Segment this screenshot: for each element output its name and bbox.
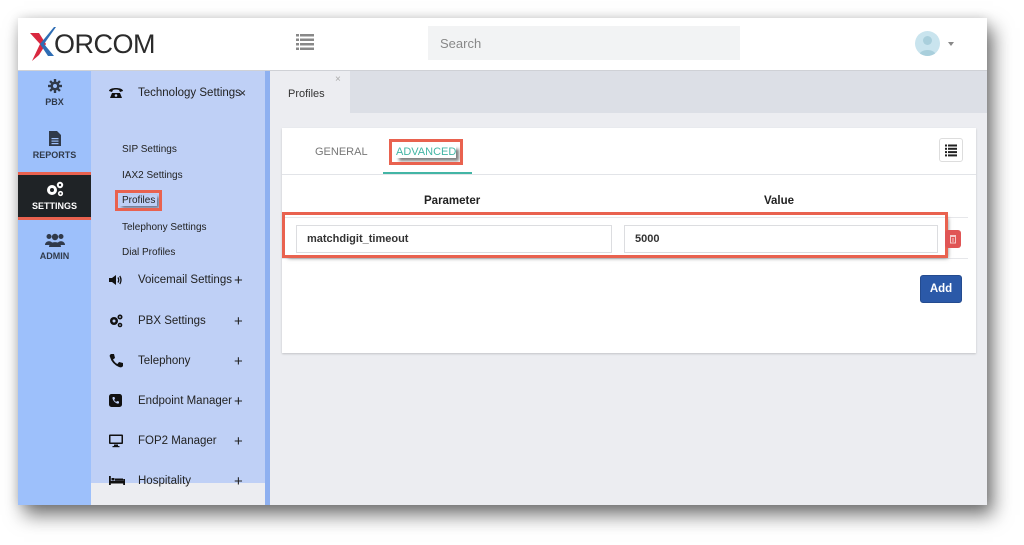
bed-icon — [109, 476, 125, 485]
tab-advanced[interactable]: ADVANCED — [388, 139, 464, 165]
section-label: Hospitality — [138, 475, 192, 487]
column-header-parameter: Parameter — [424, 195, 481, 207]
tab-general[interactable]: GENERAL — [315, 146, 368, 158]
phone-square-icon — [109, 394, 122, 407]
expand-icon[interactable]: + — [234, 272, 243, 289]
trash-icon — [950, 235, 956, 244]
subnav-item-profiles[interactable]: Profiles — [114, 190, 163, 211]
list-icon[interactable] — [296, 34, 314, 50]
nav-label: PBX — [45, 97, 64, 107]
page-tab-label: Profiles — [288, 88, 325, 100]
nav-item-admin[interactable]: ADMIN — [18, 233, 91, 271]
section-label: PBX Settings — [138, 315, 206, 327]
active-tab-indicator — [383, 172, 472, 174]
volume-icon — [109, 275, 122, 285]
section-pbx-settings[interactable]: PBX Settings + — [91, 311, 265, 331]
logo-x-icon — [30, 27, 56, 61]
section-label: Telephony — [138, 355, 191, 367]
page-tab-bar: Profiles × — [270, 71, 987, 113]
list-view-button[interactable] — [939, 138, 963, 162]
xorcom-logo[interactable]: ORCOM — [30, 24, 156, 64]
monitor-icon — [109, 434, 123, 448]
profile-card: GENERAL ADVANCED Parameter Value matchdi… — [282, 128, 976, 353]
section-fop2-manager[interactable]: FOP2 Manager + — [91, 431, 265, 451]
section-label: Technology Settings — [138, 87, 241, 99]
close-section-icon[interactable]: × — [239, 86, 246, 100]
expand-icon[interactable]: + — [234, 433, 243, 450]
list-icon — [945, 144, 957, 157]
subnav-item-iax2-settings[interactable]: IAX2 Settings — [122, 170, 183, 181]
section-label: Voicemail Settings — [138, 274, 232, 286]
expand-icon[interactable]: + — [234, 393, 243, 410]
section-telephony[interactable]: Telephony + — [91, 351, 265, 371]
nav-item-reports[interactable]: REPORTS — [18, 131, 91, 169]
top-header: ORCOM — [18, 18, 987, 71]
value-input[interactable] — [624, 225, 938, 253]
parameter-input[interactable] — [296, 225, 612, 253]
users-icon — [44, 233, 65, 247]
card-tabs: GENERAL ADVANCED — [282, 128, 976, 175]
user-menu-caret-icon[interactable] — [948, 42, 954, 46]
section-label: FOP2 Manager — [138, 435, 217, 447]
document-icon — [48, 131, 61, 146]
expand-icon[interactable]: + — [234, 473, 243, 490]
section-technology-settings[interactable]: Technology Settings × — [91, 83, 265, 103]
phone-desk-icon — [109, 88, 123, 98]
app-window: ORCOM PBX — [18, 18, 987, 505]
gear-icon — [47, 79, 62, 93]
settings-subnav: Technology Settings × SIP Settings IAX2 … — [91, 71, 265, 490]
section-hospitality[interactable]: Hospitality + — [91, 471, 265, 491]
delete-row-button[interactable] — [945, 230, 961, 248]
nav-label: ADMIN — [39, 251, 70, 261]
nav-item-settings[interactable]: SETTINGS — [18, 172, 94, 220]
section-voicemail-settings[interactable]: Voicemail Settings + — [91, 270, 265, 290]
phone-icon — [109, 354, 123, 368]
primary-nav: PBX REPORTS SETTINGS ADMIN — [18, 71, 94, 505]
search-input[interactable] — [428, 26, 740, 60]
subnav-item-telephony-settings[interactable]: Telephony Settings — [122, 222, 207, 233]
subnav-item-dial-profiles[interactable]: Dial Profiles — [122, 247, 175, 258]
column-header-value: Value — [764, 195, 795, 207]
subnav-scrollbar[interactable] — [265, 71, 270, 505]
subnav-item-sip-settings[interactable]: SIP Settings — [122, 144, 177, 155]
expand-icon[interactable]: + — [234, 313, 243, 330]
gears-icon — [110, 314, 123, 328]
page-tab-profiles[interactable]: Profiles × — [270, 71, 350, 113]
logo-text: ORCOM — [54, 28, 156, 59]
expand-icon[interactable]: + — [234, 353, 243, 370]
nav-label: SETTINGS — [31, 201, 77, 211]
section-label: Endpoint Manager — [138, 395, 232, 407]
close-tab-icon[interactable]: × — [335, 74, 341, 85]
section-endpoint-manager[interactable]: Endpoint Manager + — [91, 391, 265, 411]
gears-icon — [46, 181, 63, 197]
user-avatar-icon[interactable] — [915, 31, 940, 56]
nav-item-pbx[interactable]: PBX — [18, 79, 91, 117]
add-button[interactable]: Add — [920, 275, 962, 303]
nav-label: REPORTS — [32, 150, 77, 160]
